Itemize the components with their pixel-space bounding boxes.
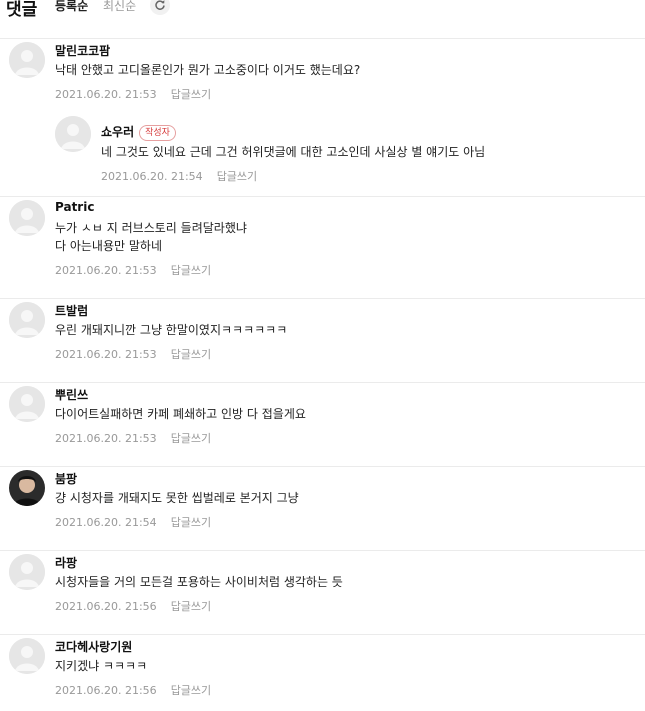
comment-meta: 2021.06.20. 21:53 답글쓰기: [55, 86, 211, 102]
nickname-wrapper: 붐팡: [55, 470, 77, 487]
comment-date: 2021.06.20. 21:54: [101, 170, 203, 183]
reply-button[interactable]: 답글쓰기: [171, 88, 211, 101]
comment-meta: 2021.06.20. 21:53 답글쓰기: [55, 262, 211, 278]
nickname[interactable]: 붐팡: [55, 472, 77, 486]
comment-date: 2021.06.20. 21:54: [55, 516, 157, 529]
refresh-button[interactable]: [150, 0, 170, 15]
nickname[interactable]: Patric: [55, 200, 94, 214]
comment-text: 시청자들을 거의 모든걸 포용하는 사이비처럼 생각하는 듯: [55, 575, 343, 589]
comment-date: 2021.06.20. 21:53: [55, 264, 157, 277]
nickname-wrapper: 뿌린쓰: [55, 386, 88, 403]
author-badge: 작성자: [139, 125, 176, 141]
reply-button[interactable]: 답글쓰기: [217, 170, 257, 183]
comment-item: 라팡시청자들을 거의 모든걸 포용하는 사이비처럼 생각하는 듯 2021.06.…: [0, 550, 645, 634]
comments-title: 댓글: [6, 0, 38, 20]
comment-text: 걍 시청자를 개돼지도 못한 씹벌레로 본거지 그냥: [55, 491, 299, 505]
comment-date: 2021.06.20. 21:53: [55, 432, 157, 445]
sort-latest-button[interactable]: 최신순: [103, 0, 136, 14]
nickname[interactable]: 코다헤사랑기원: [55, 640, 132, 654]
comment-date: 2021.06.20. 21:56: [55, 600, 157, 613]
comment-date: 2021.06.20. 21:53: [55, 88, 157, 101]
comment-meta: 2021.06.20. 21:54 답글쓰기: [55, 514, 211, 530]
comment-item: 붐팡걍 시청자를 개돼지도 못한 씹벌레로 본거지 그냥 2021.06.20. …: [0, 466, 645, 550]
comment-meta: 2021.06.20. 21:53 답글쓰기: [55, 346, 211, 362]
nickname[interactable]: 쇼우러: [101, 125, 134, 139]
avatar[interactable]: [9, 470, 45, 506]
reply-button[interactable]: 답글쓰기: [171, 516, 211, 529]
comments-header: 댓글 등록순 최신순: [0, 0, 645, 20]
comment-date: 2021.06.20. 21:56: [55, 684, 157, 697]
comment-meta: 2021.06.20. 21:56 답글쓰기: [55, 682, 211, 698]
sort-registered-button[interactable]: 등록순: [55, 0, 88, 14]
comment-text: 다 아는내용만 말하네: [55, 239, 162, 253]
nickname-wrapper: 코다헤사랑기원: [55, 638, 132, 655]
comment-date: 2021.06.20. 21:53: [55, 348, 157, 361]
avatar[interactable]: [9, 638, 45, 674]
comment-meta: 2021.06.20. 21:53 답글쓰기: [55, 430, 211, 446]
reply-button[interactable]: 답글쓰기: [171, 348, 211, 361]
comment-text: 우린 개돼지니깐 그냥 한말이였지ㅋㅋㅋㅋㅋㅋ: [55, 323, 288, 337]
reply-button[interactable]: 답글쓰기: [171, 600, 211, 613]
comment-meta: 2021.06.20. 21:56 답글쓰기: [55, 598, 211, 614]
comment-text: 누가 ㅅㅂ 지 러브스토리 들려달라했냐: [55, 221, 247, 235]
reply-button[interactable]: 답글쓰기: [171, 432, 211, 445]
avatar[interactable]: [55, 116, 91, 152]
nickname[interactable]: 트발럼: [55, 304, 88, 318]
comment-item: 트발럼우린 개돼지니깐 그냥 한말이였지ㅋㅋㅋㅋㅋㅋ 2021.06.20. 21…: [0, 298, 645, 382]
comment-text: 다이어트실패하면 카페 폐쇄하고 인방 다 접을게요: [55, 407, 306, 421]
comment-item: 코다헤사랑기원지키겠냐 ㅋㅋㅋㅋ 2021.06.20. 21:56 답글쓰기: [0, 634, 645, 711]
avatar[interactable]: [9, 554, 45, 590]
comment-meta: 2021.06.20. 21:54 답글쓰기: [101, 168, 257, 184]
nickname-wrapper: 말린코코팜: [55, 42, 110, 59]
comment-item: 뿌린쓰다이어트실패하면 카페 폐쇄하고 인방 다 접을게요 2021.06.20.…: [0, 382, 645, 466]
reply-comment: 쇼우러 작성자네 그것도 있네요 근데 그건 허위댓글에 대한 고소인데 사실상 …: [0, 113, 645, 196]
comment-text: 네 그것도 있네요 근데 그건 허위댓글에 대한 고소인데 사실상 별 얘기도 …: [101, 145, 486, 159]
avatar[interactable]: [9, 302, 45, 338]
nickname[interactable]: 라팡: [55, 556, 77, 570]
comment-item: Patric 누가 ㅅㅂ 지 러브스토리 들려달라했냐다 아는내용만 말하네 202…: [0, 196, 645, 298]
nickname[interactable]: 말린코코팜: [55, 44, 110, 58]
nickname-wrapper: 라팡: [55, 554, 77, 571]
nickname-wrapper: 쇼우러 작성자: [101, 123, 176, 141]
reply-button[interactable]: 답글쓰기: [171, 264, 211, 277]
comment-text: 지키겠냐 ㅋㅋㅋㅋ: [55, 659, 148, 673]
nickname[interactable]: 뿌린쓰: [55, 388, 88, 402]
avatar[interactable]: [9, 386, 45, 422]
comment-text: 낙태 안했고 고디올론인가 뭔가 고소중이다 이거도 했는데요?: [55, 63, 361, 77]
nickname-wrapper: Patric: [55, 200, 94, 214]
nickname-wrapper: 트발럼: [55, 302, 88, 319]
reply-button[interactable]: 답글쓰기: [171, 684, 211, 697]
comment-item: 말린코코팜낙태 안했고 고디올론인가 뭔가 고소중이다 이거도 했는데요? 202…: [0, 38, 645, 113]
avatar[interactable]: [9, 200, 45, 236]
refresh-icon: [155, 0, 165, 10]
avatar[interactable]: [9, 42, 45, 78]
